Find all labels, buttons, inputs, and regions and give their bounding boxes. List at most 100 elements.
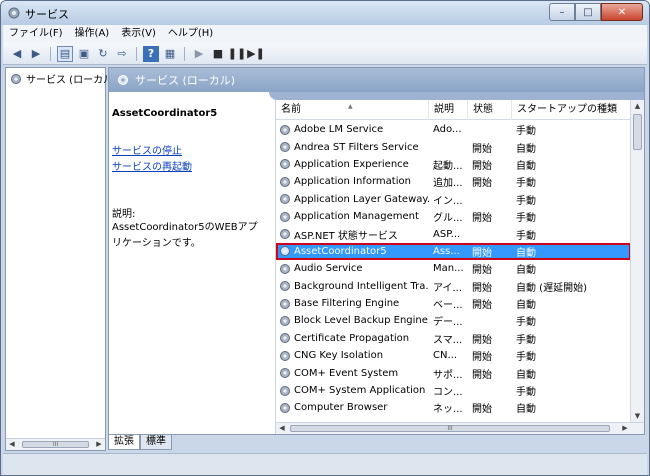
- service-name: Certificate Propagation: [294, 332, 410, 344]
- service-status: 開始: [472, 160, 492, 172]
- service-status: 開始: [472, 300, 492, 312]
- service-startup-type: 手動: [516, 195, 536, 207]
- service-row[interactable]: AssetCoordinator5 Ass... 開始 自動: [276, 242, 631, 261]
- back-icon[interactable]: ◀: [9, 46, 25, 62]
- service-startup-type: 手動: [516, 178, 536, 190]
- service-startup-type: 自動: [516, 143, 536, 155]
- menu-action[interactable]: 操作(A): [69, 25, 116, 43]
- tab-standard[interactable]: 標準: [140, 435, 172, 450]
- service-name-cell: Base Filtering Engine: [276, 298, 429, 310]
- service-name: Background Intelligent Tra...: [294, 280, 429, 292]
- service-row[interactable]: Adobe LM Service Ado... 手動: [276, 121, 631, 138]
- service-startup-type: 自動: [516, 265, 536, 277]
- service-gear-icon: [280, 281, 290, 292]
- service-row[interactable]: ASP.NET 状態サービス ASP... 手動: [276, 225, 631, 242]
- service-description: イン...: [433, 195, 463, 207]
- tree-item-services-local[interactable]: サービス (ローカル): [10, 71, 117, 86]
- pane-header: サービス (ローカル): [109, 68, 644, 92]
- service-status: 開始: [472, 265, 492, 277]
- service-row[interactable]: Computer Browser ネッ... 開始 自動: [276, 399, 631, 416]
- service-name-cell: Block Level Backup Engine ...: [276, 315, 429, 327]
- restart-icon[interactable]: ▶❚: [247, 46, 265, 62]
- service-row[interactable]: COM+ Event System サポ... 開始 自動: [276, 364, 631, 381]
- scroll-left-icon[interactable]: ◀: [276, 423, 288, 434]
- column-header-label: 名前: [281, 104, 301, 115]
- service-gear-icon: [280, 246, 290, 257]
- tab-extended[interactable]: 拡張: [108, 435, 140, 450]
- description-label: 説明:: [112, 209, 136, 220]
- service-startup-type: 自動: [516, 300, 536, 312]
- scroll-up-icon[interactable]: ▲: [631, 100, 644, 112]
- service-row[interactable]: CNG Key Isolation CN... 開始 手動: [276, 347, 631, 364]
- service-row[interactable]: Block Level Backup Engine ... デー... 手動: [276, 312, 631, 329]
- scroll-left-icon[interactable]: ◀: [6, 439, 18, 450]
- stop-icon[interactable]: ■: [210, 46, 226, 62]
- view-tabs: 拡張 標準: [108, 435, 172, 450]
- service-row[interactable]: Application Layer Gateway... イン... 手動: [276, 191, 631, 208]
- console-tree-icon[interactable]: ▤: [57, 45, 73, 62]
- forward-icon[interactable]: ▶: [28, 46, 44, 62]
- service-startup-type: 手動: [516, 213, 536, 225]
- service-name-cell: Application Information: [276, 176, 429, 188]
- pause-icon[interactable]: ❚❚: [228, 46, 246, 62]
- service-row[interactable]: Certificate Propagation スマ... 開始 手動: [276, 330, 631, 347]
- service-name-cell: Background Intelligent Tra...: [276, 280, 429, 292]
- service-description: ASP...: [433, 228, 461, 240]
- minimize-button[interactable]: –: [549, 3, 575, 21]
- scroll-right-icon[interactable]: ▶: [619, 423, 631, 434]
- column-header-startup-type[interactable]: スタートアップの種類: [512, 100, 631, 120]
- service-name-cell: Andrea ST Filters Service: [276, 141, 429, 153]
- scroll-thumb[interactable]: III: [290, 425, 610, 432]
- services-gear-icon: [11, 73, 21, 84]
- tree-horizontal-scrollbar[interactable]: ◀ III ▶: [6, 438, 105, 450]
- tree-item-label: サービス (ローカル): [26, 75, 117, 86]
- refresh-icon[interactable]: ↻: [95, 46, 111, 62]
- service-name-cell: ASP.NET 状態サービス: [276, 227, 429, 242]
- service-row[interactable]: Background Intelligent Tra... アイ... 開始 自動 (…: [276, 278, 631, 295]
- service-row[interactable]: COM+ System Application コン... 手動: [276, 382, 631, 399]
- service-gear-icon: [280, 298, 290, 309]
- properties-icon[interactable]: ▣: [76, 46, 92, 62]
- column-header-status[interactable]: 状態: [468, 100, 512, 120]
- maximize-button[interactable]: □: [575, 3, 601, 21]
- details-pane: サービス (ローカル) AssetCoordinator5 サービスの停止 サー…: [108, 67, 645, 435]
- status-bar: [3, 453, 647, 475]
- menu-file[interactable]: ファイル(F): [3, 25, 69, 43]
- service-row[interactable]: Audio Service Man... 開始 自動: [276, 260, 631, 277]
- help-icon[interactable]: ?: [143, 45, 159, 62]
- title-bar[interactable]: サービス – □ ✕: [1, 1, 649, 25]
- view-icon[interactable]: ▦: [162, 46, 178, 62]
- service-row[interactable]: Andrea ST Filters Service 開始 自動: [276, 138, 631, 155]
- service-row[interactable]: Application Experience 起動... 開始 自動: [276, 156, 631, 173]
- column-header-description[interactable]: 説明: [429, 100, 468, 120]
- service-gear-icon: [280, 159, 290, 170]
- service-name: Application Management: [294, 211, 419, 223]
- column-header-name[interactable]: ▲ 名前: [276, 100, 429, 120]
- list-vertical-scrollbar[interactable]: ▲ ▼: [630, 100, 644, 422]
- restart-service-link[interactable]: サービスの再起動: [112, 158, 192, 173]
- list-horizontal-scrollbar[interactable]: ◀ III ▶: [276, 422, 644, 434]
- window-title: サービス: [25, 8, 69, 21]
- service-name: Audio Service: [294, 263, 363, 275]
- scroll-thumb[interactable]: III: [22, 441, 89, 448]
- service-row[interactable]: Application Information 追加... 開始 手動: [276, 173, 631, 190]
- service-name: ASP.NET 状態サービス: [294, 230, 398, 242]
- service-description: コン...: [433, 387, 463, 399]
- menu-help[interactable]: ヘルプ(H): [162, 25, 219, 43]
- scroll-thumb[interactable]: [633, 114, 642, 150]
- service-row[interactable]: Base Filtering Engine ベー... 開始 自動: [276, 295, 631, 312]
- toolbar-separator: [136, 46, 137, 61]
- export-icon[interactable]: ⇨: [114, 46, 130, 62]
- start-icon[interactable]: ▶: [191, 46, 207, 62]
- service-description: Man...: [433, 263, 464, 275]
- service-startup-type: 手動: [516, 317, 536, 329]
- stop-service-link[interactable]: サービスの停止: [112, 142, 182, 157]
- pane-header-title: サービス (ローカル): [135, 74, 236, 87]
- scroll-down-icon[interactable]: ▼: [631, 410, 644, 422]
- list-header: ▲ 名前 説明 状態 スタートアップの種類: [276, 100, 631, 120]
- menu-view[interactable]: 表示(V): [115, 25, 162, 43]
- service-row[interactable]: Application Management グル... 開始 手動: [276, 208, 631, 225]
- close-button[interactable]: ✕: [601, 3, 643, 21]
- scroll-right-icon[interactable]: ▶: [93, 439, 105, 450]
- services-gear-icon: [8, 7, 20, 19]
